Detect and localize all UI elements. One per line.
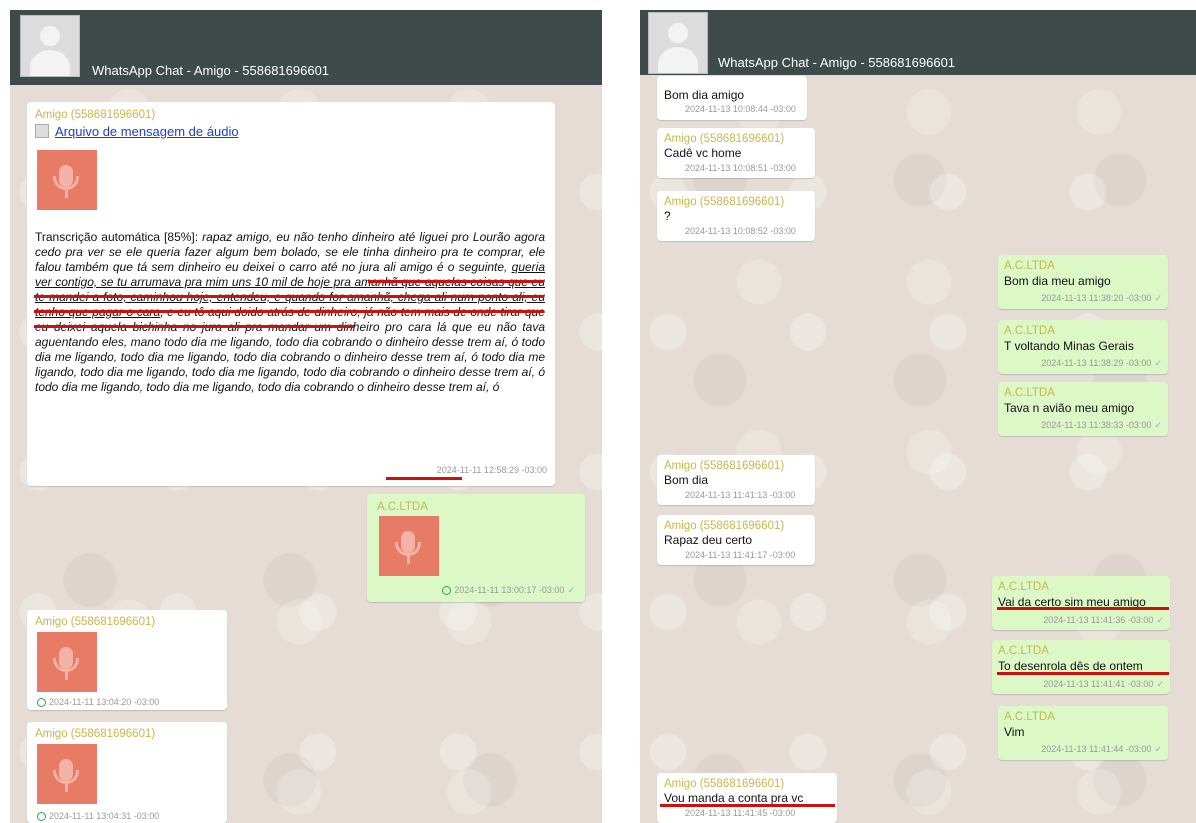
timestamp: 2024-11-11 13:04:31 -03:00 bbox=[37, 810, 159, 822]
clock-icon bbox=[37, 812, 46, 821]
sender-name: Amigo (558681696601) bbox=[664, 133, 785, 145]
sender-name: A.C.LTDA bbox=[377, 501, 428, 513]
sender-name: A.C.LTDA bbox=[1004, 325, 1055, 337]
chat-header: WhatsApp Chat - Amigo - 558681696601 bbox=[640, 10, 1196, 75]
message-bubble: Amigo (558681696601) Vou manda a conta p… bbox=[657, 773, 837, 823]
audio-thumbnail[interactable] bbox=[37, 744, 97, 804]
sender-name: Amigo (558681696601) bbox=[664, 460, 785, 472]
message-bubble: A.C.LTDA Bom dia meu amigo 2024-11-13 11… bbox=[998, 255, 1168, 309]
audio-thumbnail[interactable] bbox=[379, 516, 439, 576]
timestamp: 2024-11-13 11:41:45 -03:00 bbox=[685, 808, 796, 818]
chat-header: WhatsApp Chat - Amigo - 558681696601 bbox=[10, 10, 602, 85]
message-bubble: Amigo (558681696601) ? 2024-11-13 10:08:… bbox=[657, 191, 815, 241]
clock-icon bbox=[37, 698, 46, 707]
timestamp: 2024-11-11 13:04:20 -03:00 bbox=[37, 696, 159, 708]
highlight-underline bbox=[368, 280, 544, 283]
timestamp: 2024-11-13 10:08:51 -03:00 bbox=[685, 163, 796, 173]
message-bubble: Bom dia amigo 2024-11-13 10:08:44 -03:00 bbox=[657, 76, 807, 120]
timestamp: 2024-11-13 11:41:44 -03:00 ✓ bbox=[1041, 744, 1162, 754]
message-text: Vim bbox=[1004, 725, 1025, 739]
timestamp: 2024-11-11 13:00:17 -03:00 ✓ bbox=[442, 584, 575, 596]
message-bubble: A.C.LTDA 2024-11-11 13:00:17 -03:00 ✓ bbox=[367, 494, 585, 602]
audio-file-link[interactable]: Arquivo de mensagem de áudio bbox=[55, 124, 239, 139]
message-text: Vou manda a conta pra vc bbox=[664, 791, 804, 805]
message-text: Bom dia bbox=[664, 473, 709, 487]
check-icon: ✓ bbox=[1156, 615, 1164, 625]
highlight-underline bbox=[34, 310, 544, 313]
chat-title: WhatsApp Chat - Amigo - 558681696601 bbox=[718, 55, 956, 70]
check-icon: ✓ bbox=[1154, 358, 1162, 368]
timestamp: 2024-11-13 11:38:20 -03:00 ✓ bbox=[1041, 293, 1162, 303]
message-bubble: Amigo (558681696601) Arquivo de mensagem… bbox=[27, 102, 555, 486]
avatar[interactable] bbox=[20, 15, 80, 77]
message-bubble: Amigo (558681696601) Cadê vc home 2024-1… bbox=[657, 128, 815, 178]
timestamp: 2024-11-13 10:08:44 -03:00 bbox=[685, 104, 796, 114]
message-text: Cadê vc home bbox=[664, 146, 742, 160]
sender-name: Amigo (558681696601) bbox=[664, 196, 785, 208]
highlight-underline bbox=[997, 672, 1169, 675]
chat-panel-left: WhatsApp Chat - Amigo - 558681696601 Ami… bbox=[10, 10, 602, 823]
sender-name: A.C.LTDA bbox=[1004, 387, 1055, 399]
message-text: To desenrola dês de ontem bbox=[998, 659, 1143, 673]
message-text: ? bbox=[664, 209, 671, 223]
highlight-underline bbox=[386, 477, 462, 480]
message-bubble: Amigo (558681696601) Rapaz deu certo 202… bbox=[657, 515, 815, 565]
sender-name: Amigo (558681696601) bbox=[664, 520, 785, 532]
chat-title: WhatsApp Chat - Amigo - 558681696601 bbox=[92, 63, 330, 78]
message-bubble: A.C.LTDA Vai da certo sim meu amigo 2024… bbox=[992, 576, 1170, 630]
check-icon: ✓ bbox=[1154, 293, 1162, 303]
timestamp: 2024-11-13 11:38:33 -03:00 ✓ bbox=[1041, 420, 1162, 430]
message-bubble: A.C.LTDA Vim 2024-11-13 11:41:44 -03:00 ✓ bbox=[998, 706, 1168, 760]
check-icon: ✓ bbox=[1154, 744, 1162, 754]
message-text: Bom dia meu amigo bbox=[1004, 274, 1111, 288]
sender-name: Amigo (558681696601) bbox=[35, 616, 156, 628]
check-icon: ✓ bbox=[567, 585, 575, 595]
sender-name: A.C.LTDA bbox=[998, 645, 1049, 657]
message-text: Tava n avião meu amigo bbox=[1004, 401, 1135, 415]
sender-name: A.C.LTDA bbox=[1004, 260, 1055, 272]
sender-name: Amigo (558681696601) bbox=[35, 109, 156, 121]
avatar[interactable] bbox=[648, 12, 708, 74]
sender-name: A.C.LTDA bbox=[998, 581, 1049, 593]
timestamp: 2024-11-13 11:38:29 -03:00 ✓ bbox=[1041, 358, 1162, 368]
highlight-underline bbox=[34, 295, 544, 298]
message-bubble: A.C.LTDA To desenrola dês de ontem 2024-… bbox=[992, 640, 1170, 694]
file-icon bbox=[35, 124, 49, 138]
check-icon: ✓ bbox=[1154, 420, 1162, 430]
message-bubble: Amigo (558681696601) Bom dia 2024-11-13 … bbox=[657, 455, 815, 505]
timestamp: 2024-11-13 10:08:52 -03:00 bbox=[685, 226, 796, 236]
sender-name: Amigo (558681696601) bbox=[664, 778, 785, 790]
sender-name: Amigo (558681696601) bbox=[35, 728, 156, 740]
timestamp: 2024-11-11 12:58:29 -03:00 bbox=[436, 465, 547, 475]
message-text: Rapaz deu certo bbox=[664, 533, 753, 547]
check-icon: ✓ bbox=[1156, 679, 1164, 689]
highlight-underline bbox=[660, 804, 835, 807]
clock-icon bbox=[442, 586, 452, 595]
message-text: T voltando Minas Gerais bbox=[1004, 339, 1134, 353]
timestamp: 2024-11-13 11:41:36 -03:00 ✓ bbox=[1043, 615, 1164, 625]
message-bubble: A.C.LTDA Tava n avião meu amigo 2024-11-… bbox=[998, 382, 1168, 436]
timestamp: 2024-11-13 11:41:13 -03:00 bbox=[685, 490, 796, 500]
message-bubble: Amigo (558681696601) 2024-11-11 13:04:31… bbox=[27, 722, 227, 823]
highlight-underline bbox=[997, 607, 1169, 610]
audio-thumbnail[interactable] bbox=[37, 632, 97, 692]
message-text: Bom dia amigo bbox=[664, 88, 745, 102]
message-bubble: A.C.LTDA T voltando Minas Gerais 2024-11… bbox=[998, 320, 1168, 374]
message-bubble: Amigo (558681696601) 2024-11-11 13:04:20… bbox=[27, 610, 227, 710]
timestamp: 2024-11-13 11:41:41 -03:00 ✓ bbox=[1043, 679, 1164, 689]
audio-thumbnail[interactable] bbox=[37, 150, 97, 210]
timestamp: 2024-11-13 11:41:17 -03:00 bbox=[685, 550, 796, 560]
chat-panel-right: WhatsApp Chat - Amigo - 558681696601 Bom… bbox=[640, 10, 1196, 823]
highlight-underline bbox=[34, 325, 354, 328]
sender-name: A.C.LTDA bbox=[1004, 711, 1055, 723]
